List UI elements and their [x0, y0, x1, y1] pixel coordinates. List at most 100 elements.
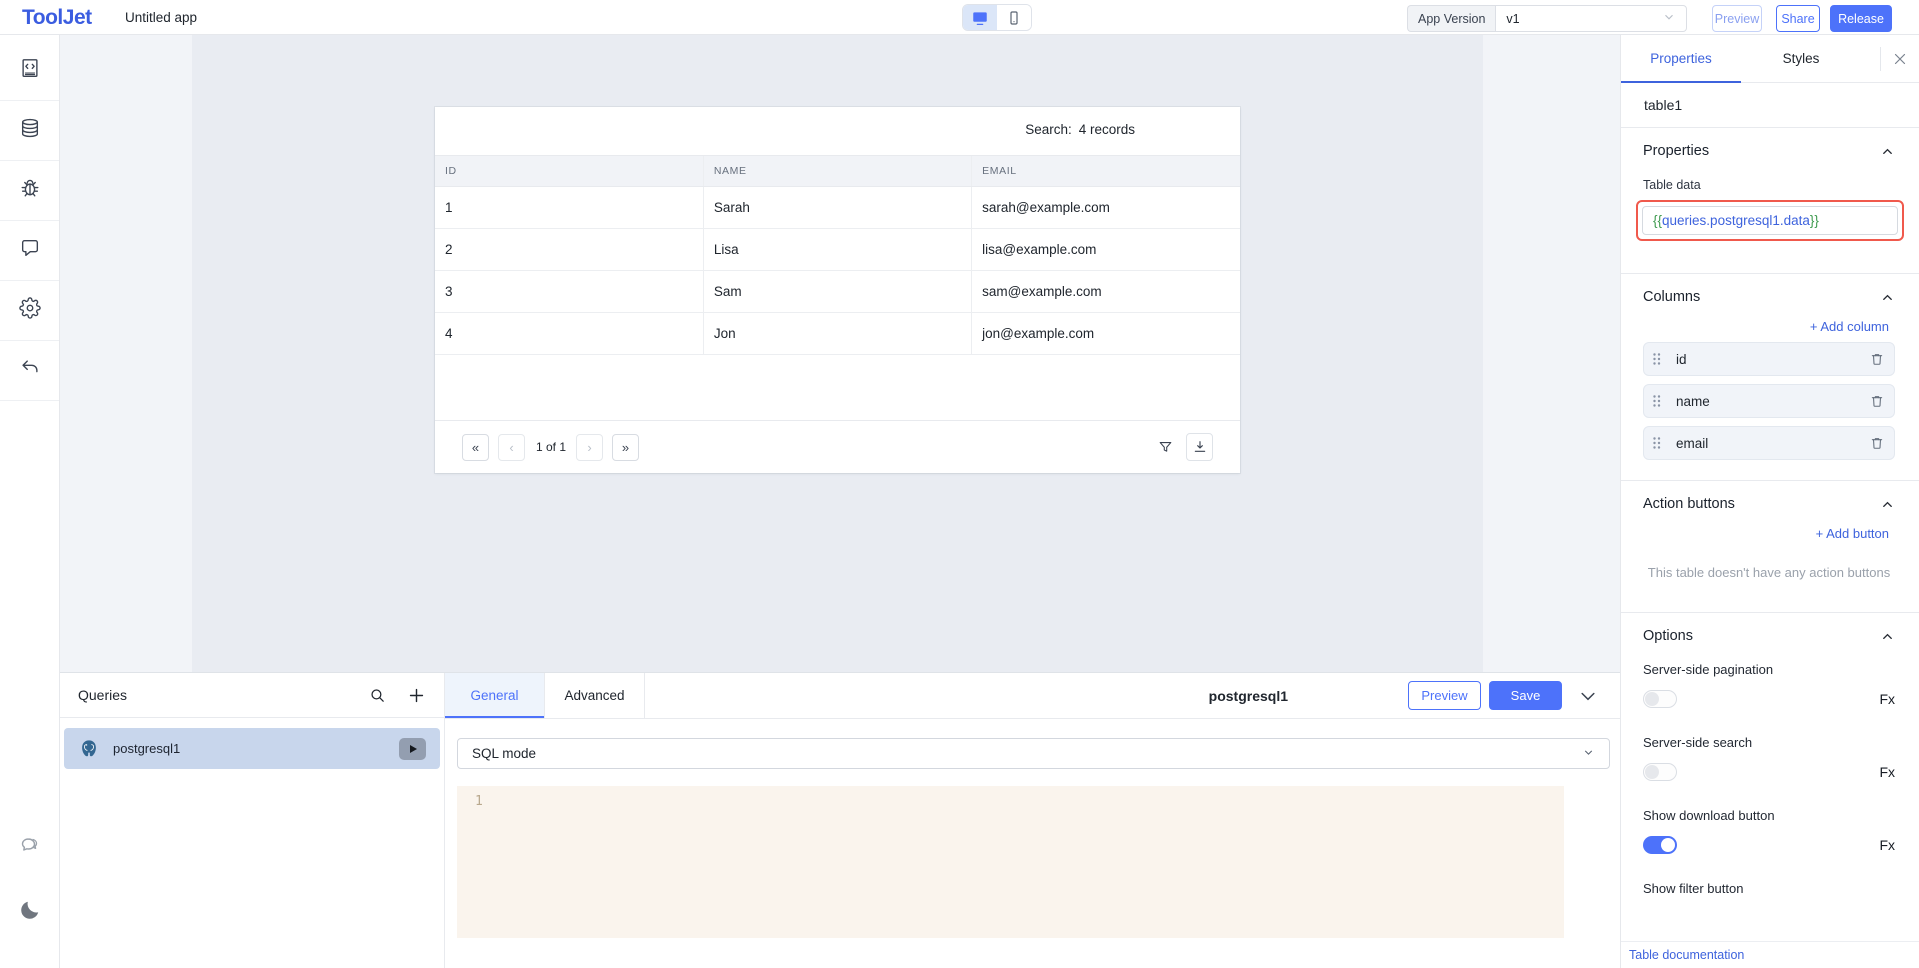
properties-section: Properties Table data {{queries.postgres… — [1621, 128, 1919, 274]
sidebar-item-settings[interactable] — [0, 281, 59, 341]
query-panel: Queries postgresql1 — [60, 672, 1620, 968]
tab-advanced[interactable]: Advanced — [545, 673, 645, 718]
cell-id: 4 — [435, 313, 703, 355]
delete-column-icon[interactable] — [1869, 435, 1885, 451]
option-server-side-search: Server-side search Fx — [1643, 735, 1895, 781]
options-section: Options Server-side pagination Fx Server… — [1621, 613, 1919, 916]
sidebar-item-chat[interactable] — [0, 825, 59, 865]
mobile-icon — [1006, 10, 1022, 26]
mobile-layout-button[interactable] — [997, 5, 1031, 30]
tab-general[interactable]: General — [445, 673, 545, 718]
cell-name: Lisa — [703, 229, 971, 271]
fx-button[interactable]: Fx — [1879, 837, 1895, 853]
share-button[interactable]: Share — [1776, 5, 1820, 32]
pagination-prev-button[interactable]: ‹ — [498, 434, 525, 461]
drag-handle-icon[interactable] — [1650, 393, 1663, 409]
sidebar-item-undo[interactable] — [0, 341, 59, 401]
chat-bubbles-icon — [18, 833, 42, 857]
cell-name: Jon — [703, 313, 971, 355]
table-documentation-link[interactable]: Table documentation — [1629, 948, 1744, 962]
expr-body: queries.postgresql1.data — [1662, 213, 1810, 228]
sql-mode-select[interactable]: SQL mode — [457, 738, 1610, 769]
query-save-button[interactable]: Save — [1489, 681, 1562, 710]
add-column-button[interactable]: + Add column — [1643, 319, 1895, 334]
pagination-first-button[interactable]: « — [462, 434, 489, 461]
queries-title: Queries — [78, 687, 127, 703]
collapse-panel-icon[interactable] — [1578, 686, 1598, 706]
left-sidebar — [0, 35, 60, 968]
release-button[interactable]: Release — [1830, 5, 1892, 32]
canvas-area[interactable]: Search: 4 records ID NAME EMAIL 1 Sarah — [60, 35, 1620, 672]
add-query-icon[interactable] — [407, 686, 426, 705]
query-list-item-postgresql1[interactable]: postgresql1 — [64, 728, 440, 769]
preview-button[interactable]: Preview — [1712, 5, 1762, 32]
tooljet-logo[interactable]: ToolJet — [22, 0, 92, 35]
inspector-footer: Table documentation — [1621, 941, 1919, 968]
server-side-pagination-toggle[interactable] — [1643, 690, 1677, 708]
table-widget[interactable]: Search: 4 records ID NAME EMAIL 1 Sarah — [435, 107, 1240, 473]
sidebar-item-pages[interactable] — [0, 41, 59, 101]
search-icon[interactable] — [369, 687, 386, 704]
fx-button[interactable]: Fx — [1879, 764, 1895, 780]
server-side-search-toggle[interactable] — [1643, 763, 1677, 781]
app-name[interactable]: Untitled app — [125, 0, 197, 35]
column-item-name[interactable]: name — [1643, 384, 1895, 418]
active-tab-underline — [1621, 81, 1741, 83]
dark-mode-toggle[interactable] — [0, 890, 59, 930]
table-widget-grid: ID NAME EMAIL 1 Sarah sarah@example.com … — [435, 155, 1240, 355]
table-download-button[interactable] — [1186, 433, 1213, 461]
column-header-name[interactable]: NAME — [703, 156, 971, 187]
tab-properties[interactable]: Properties — [1621, 35, 1741, 82]
editor-line-number: 1 — [475, 794, 483, 809]
query-editor-pane: General Advanced postgresql1 Preview Sav… — [445, 673, 1620, 968]
tab-styles[interactable]: Styles — [1741, 35, 1861, 82]
query-list-header: Queries — [60, 673, 444, 718]
action-buttons-section-title: Action buttons — [1643, 496, 1735, 512]
table-data-input[interactable]: {{queries.postgresql1.data}} — [1642, 206, 1898, 235]
run-query-button[interactable] — [399, 738, 426, 760]
expr-close: }} — [1810, 213, 1819, 228]
app-version-select[interactable]: v1 — [1495, 5, 1687, 32]
drag-handle-icon[interactable] — [1650, 351, 1663, 367]
tooljet-app-editor: ToolJet Untitled app App Version v1 — [0, 0, 1919, 968]
chevron-up-icon[interactable] — [1880, 629, 1895, 644]
no-action-buttons-note: This table doesn't have any action butto… — [1643, 565, 1895, 580]
chevron-up-icon[interactable] — [1880, 144, 1895, 159]
undo-icon — [19, 357, 41, 384]
table-header-row: ID NAME EMAIL — [435, 156, 1240, 187]
pagination-next-button[interactable]: › — [576, 434, 603, 461]
cell-id: 2 — [435, 229, 703, 271]
chevron-up-icon[interactable] — [1880, 497, 1895, 512]
table-row[interactable]: 3 Sam sam@example.com — [435, 271, 1240, 313]
add-button-button[interactable]: + Add button — [1643, 526, 1895, 541]
table-row[interactable]: 4 Jon jon@example.com — [435, 313, 1240, 355]
fx-button[interactable]: Fx — [1879, 691, 1895, 707]
query-preview-button[interactable]: Preview — [1408, 681, 1481, 710]
desktop-layout-button[interactable] — [963, 5, 997, 30]
delete-column-icon[interactable] — [1869, 351, 1885, 367]
show-download-button-toggle[interactable] — [1643, 836, 1677, 854]
table-filter-button[interactable] — [1152, 433, 1179, 461]
widget-name[interactable]: table1 — [1621, 83, 1919, 128]
table-row[interactable]: 1 Sarah sarah@example.com — [435, 187, 1240, 229]
sidebar-item-datasources[interactable] — [0, 101, 59, 161]
pagination-last-button[interactable]: » — [612, 434, 639, 461]
sql-code-editor[interactable]: 1 — [457, 786, 1564, 938]
sidebar-item-debugger[interactable] — [0, 161, 59, 221]
close-icon[interactable] — [1891, 50, 1909, 68]
drag-handle-icon[interactable] — [1650, 435, 1663, 451]
columns-section-title: Columns — [1643, 289, 1700, 305]
filter-icon — [1157, 439, 1174, 456]
chevron-up-icon[interactable] — [1880, 290, 1895, 305]
sidebar-item-comments[interactable] — [0, 221, 59, 281]
column-header-email[interactable]: EMAIL — [972, 156, 1240, 187]
column-item-id[interactable]: id — [1643, 342, 1895, 376]
column-item-email[interactable]: email — [1643, 426, 1895, 460]
app-version-label: App Version — [1407, 5, 1495, 32]
column-header-id[interactable]: ID — [435, 156, 703, 187]
inspector-tabs: Properties Styles — [1621, 35, 1919, 83]
cell-email: lisa@example.com — [972, 229, 1240, 271]
delete-column-icon[interactable] — [1869, 393, 1885, 409]
table-row[interactable]: 2 Lisa lisa@example.com — [435, 229, 1240, 271]
database-icon — [19, 117, 41, 144]
